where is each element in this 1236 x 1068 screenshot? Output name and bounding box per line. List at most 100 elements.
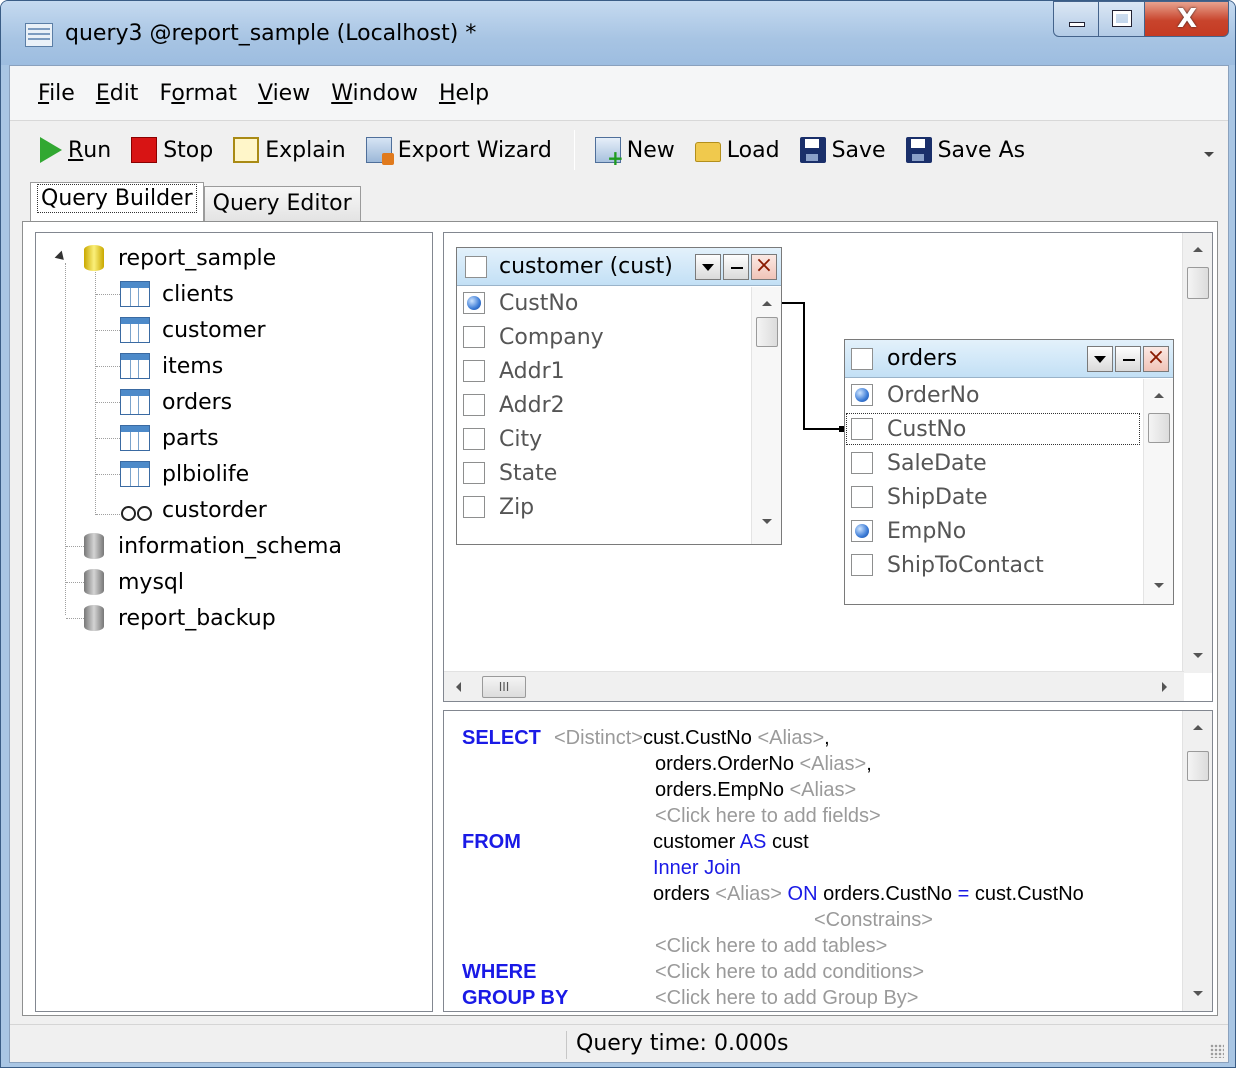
sql-add-group-by[interactable]: <Click here to add Group By> xyxy=(655,987,918,1010)
sql-table[interactable]: customer xyxy=(653,831,735,853)
close-icon[interactable] xyxy=(1143,345,1169,372)
field-row[interactable]: SaleDate xyxy=(845,446,1173,480)
field-checkbox[interactable] xyxy=(851,486,873,508)
run-button[interactable]: Run xyxy=(34,130,117,170)
tree-item-plbiolife[interactable]: plbiolife xyxy=(120,457,249,491)
sql-table-alias[interactable]: cust xyxy=(772,831,809,853)
sql-add-tables[interactable]: <Click here to add tables> xyxy=(655,935,887,958)
tab-query-editor[interactable]: Query Editor xyxy=(203,186,361,222)
field-row[interactable]: EmpNo xyxy=(845,514,1173,548)
field-row[interactable]: Zip xyxy=(457,490,781,524)
title-bar[interactable]: query3 @report_sample (Localhost) * X xyxy=(1,1,1235,65)
close-icon[interactable] xyxy=(751,253,777,280)
field-row[interactable]: Addr2 xyxy=(457,388,781,422)
scroll-left-icon[interactable] xyxy=(456,682,461,692)
database-tree[interactable]: report_sample clients customer items ord… xyxy=(35,232,433,1012)
field-checkbox[interactable] xyxy=(851,384,873,406)
scroll-thumb[interactable]: III xyxy=(482,676,526,698)
field-checkbox[interactable] xyxy=(463,428,485,450)
tree-item-mysql[interactable]: mysql xyxy=(84,565,184,599)
field-row[interactable]: OrderNo xyxy=(845,378,1173,412)
sql-table[interactable]: orders xyxy=(653,883,710,905)
expand-arrow-icon[interactable] xyxy=(54,250,68,264)
dropdown-icon[interactable] xyxy=(1087,346,1113,372)
maximize-button[interactable] xyxy=(1099,1,1145,37)
scroll-down-icon[interactable] xyxy=(1193,991,1203,996)
sql-group-by-keyword[interactable]: GROUP BY xyxy=(462,987,568,1010)
field-checkbox[interactable] xyxy=(851,554,873,576)
dropdown-icon[interactable] xyxy=(695,254,721,280)
sql-constrains[interactable]: <Constrains> xyxy=(814,909,933,932)
sql-field[interactable]: cust.CustNo xyxy=(643,727,752,749)
minimize-icon[interactable] xyxy=(1115,346,1141,372)
tab-query-builder[interactable]: Query Builder xyxy=(30,182,204,222)
tree-item-customer[interactable]: customer xyxy=(120,313,266,347)
close-button[interactable]: X xyxy=(1145,1,1229,37)
stop-button[interactable]: Stop xyxy=(125,130,219,170)
field-checkbox[interactable] xyxy=(463,394,485,416)
sql-field[interactable]: orders.OrderNo xyxy=(655,753,794,775)
sql-distinct[interactable]: <Distinct> xyxy=(554,727,643,749)
scroll-up-icon[interactable] xyxy=(762,301,772,306)
tree-item-report-backup[interactable]: report_backup xyxy=(84,601,276,635)
menu-view[interactable]: View xyxy=(248,77,321,110)
field-checkbox[interactable] xyxy=(851,418,873,440)
sql-field[interactable]: orders.EmpNo xyxy=(655,779,784,801)
menu-window[interactable]: Window xyxy=(321,77,429,110)
save-as-button[interactable]: Save As xyxy=(900,130,1032,170)
load-button[interactable]: Load xyxy=(689,130,786,170)
field-checkbox[interactable] xyxy=(463,462,485,484)
field-row[interactable]: CustNo xyxy=(845,412,1141,446)
table-header[interactable]: orders xyxy=(845,340,1173,378)
sql-join-type[interactable]: Inner Join xyxy=(653,857,741,880)
field-row[interactable]: ShipToContact xyxy=(845,548,1173,582)
sql-alias[interactable]: <Alias> xyxy=(790,779,857,801)
field-checkbox[interactable] xyxy=(851,520,873,542)
field-checkbox[interactable] xyxy=(463,326,485,348)
sql-join-right[interactable]: cust.CustNo xyxy=(975,883,1084,905)
scroll-down-icon[interactable] xyxy=(1193,653,1203,658)
sql-select-keyword[interactable]: SELECT xyxy=(462,727,541,750)
scroll-thumb[interactable] xyxy=(1187,267,1209,299)
tree-item-orders[interactable]: orders xyxy=(120,385,232,419)
tree-item-custorder[interactable]: custorder xyxy=(120,493,267,527)
sql-add-fields[interactable]: <Click here to add fields> xyxy=(655,805,881,828)
scroll-right-icon[interactable] xyxy=(1162,682,1167,692)
field-row[interactable]: State xyxy=(457,456,781,490)
export-wizard-button[interactable]: Export Wizard xyxy=(360,130,558,170)
select-all-checkbox[interactable] xyxy=(465,255,487,278)
sql-vertical-scrollbar[interactable] xyxy=(1182,711,1212,1011)
explain-button[interactable]: Explain xyxy=(227,130,352,170)
sql-where-keyword[interactable]: WHERE xyxy=(462,961,536,984)
table-scrollbar[interactable] xyxy=(1143,379,1173,604)
field-row[interactable]: CustNo xyxy=(457,286,781,320)
new-button[interactable]: New xyxy=(589,130,681,170)
scroll-up-icon[interactable] xyxy=(1154,393,1164,398)
toolbar-overflow-icon[interactable] xyxy=(1204,152,1214,157)
field-row[interactable]: ShipDate xyxy=(845,480,1173,514)
table-scrollbar[interactable] xyxy=(751,287,781,544)
scroll-thumb[interactable] xyxy=(1148,413,1170,443)
tree-item-items[interactable]: items xyxy=(120,349,223,383)
scroll-thumb[interactable] xyxy=(1187,751,1209,781)
field-checkbox[interactable] xyxy=(463,292,485,314)
scroll-thumb[interactable] xyxy=(756,317,778,347)
sql-operator[interactable]: = xyxy=(958,883,970,905)
save-button[interactable]: Save xyxy=(794,130,892,170)
sql-alias[interactable]: <Alias> xyxy=(757,727,824,749)
scroll-down-icon[interactable] xyxy=(1154,583,1164,588)
field-row[interactable]: Addr1 xyxy=(457,354,781,388)
table-box-customer[interactable]: customer (cust) CustNo Company Addr1 Add… xyxy=(456,247,782,545)
diagram-horizontal-scrollbar[interactable]: III xyxy=(444,671,1184,701)
sql-preview[interactable]: SELECT <Distinct>cust.CustNo <Alias>, or… xyxy=(443,710,1213,1012)
field-row[interactable]: Company xyxy=(457,320,781,354)
field-checkbox[interactable] xyxy=(851,452,873,474)
menu-edit[interactable]: Edit xyxy=(86,77,150,110)
field-checkbox[interactable] xyxy=(463,496,485,518)
scroll-up-icon[interactable] xyxy=(1193,247,1203,252)
tree-item-clients[interactable]: clients xyxy=(120,277,234,311)
menu-file[interactable]: File xyxy=(28,77,86,110)
minimize-button[interactable] xyxy=(1053,1,1099,37)
sql-alias[interactable]: <Alias> xyxy=(715,883,782,905)
select-all-checkbox[interactable] xyxy=(851,347,873,370)
